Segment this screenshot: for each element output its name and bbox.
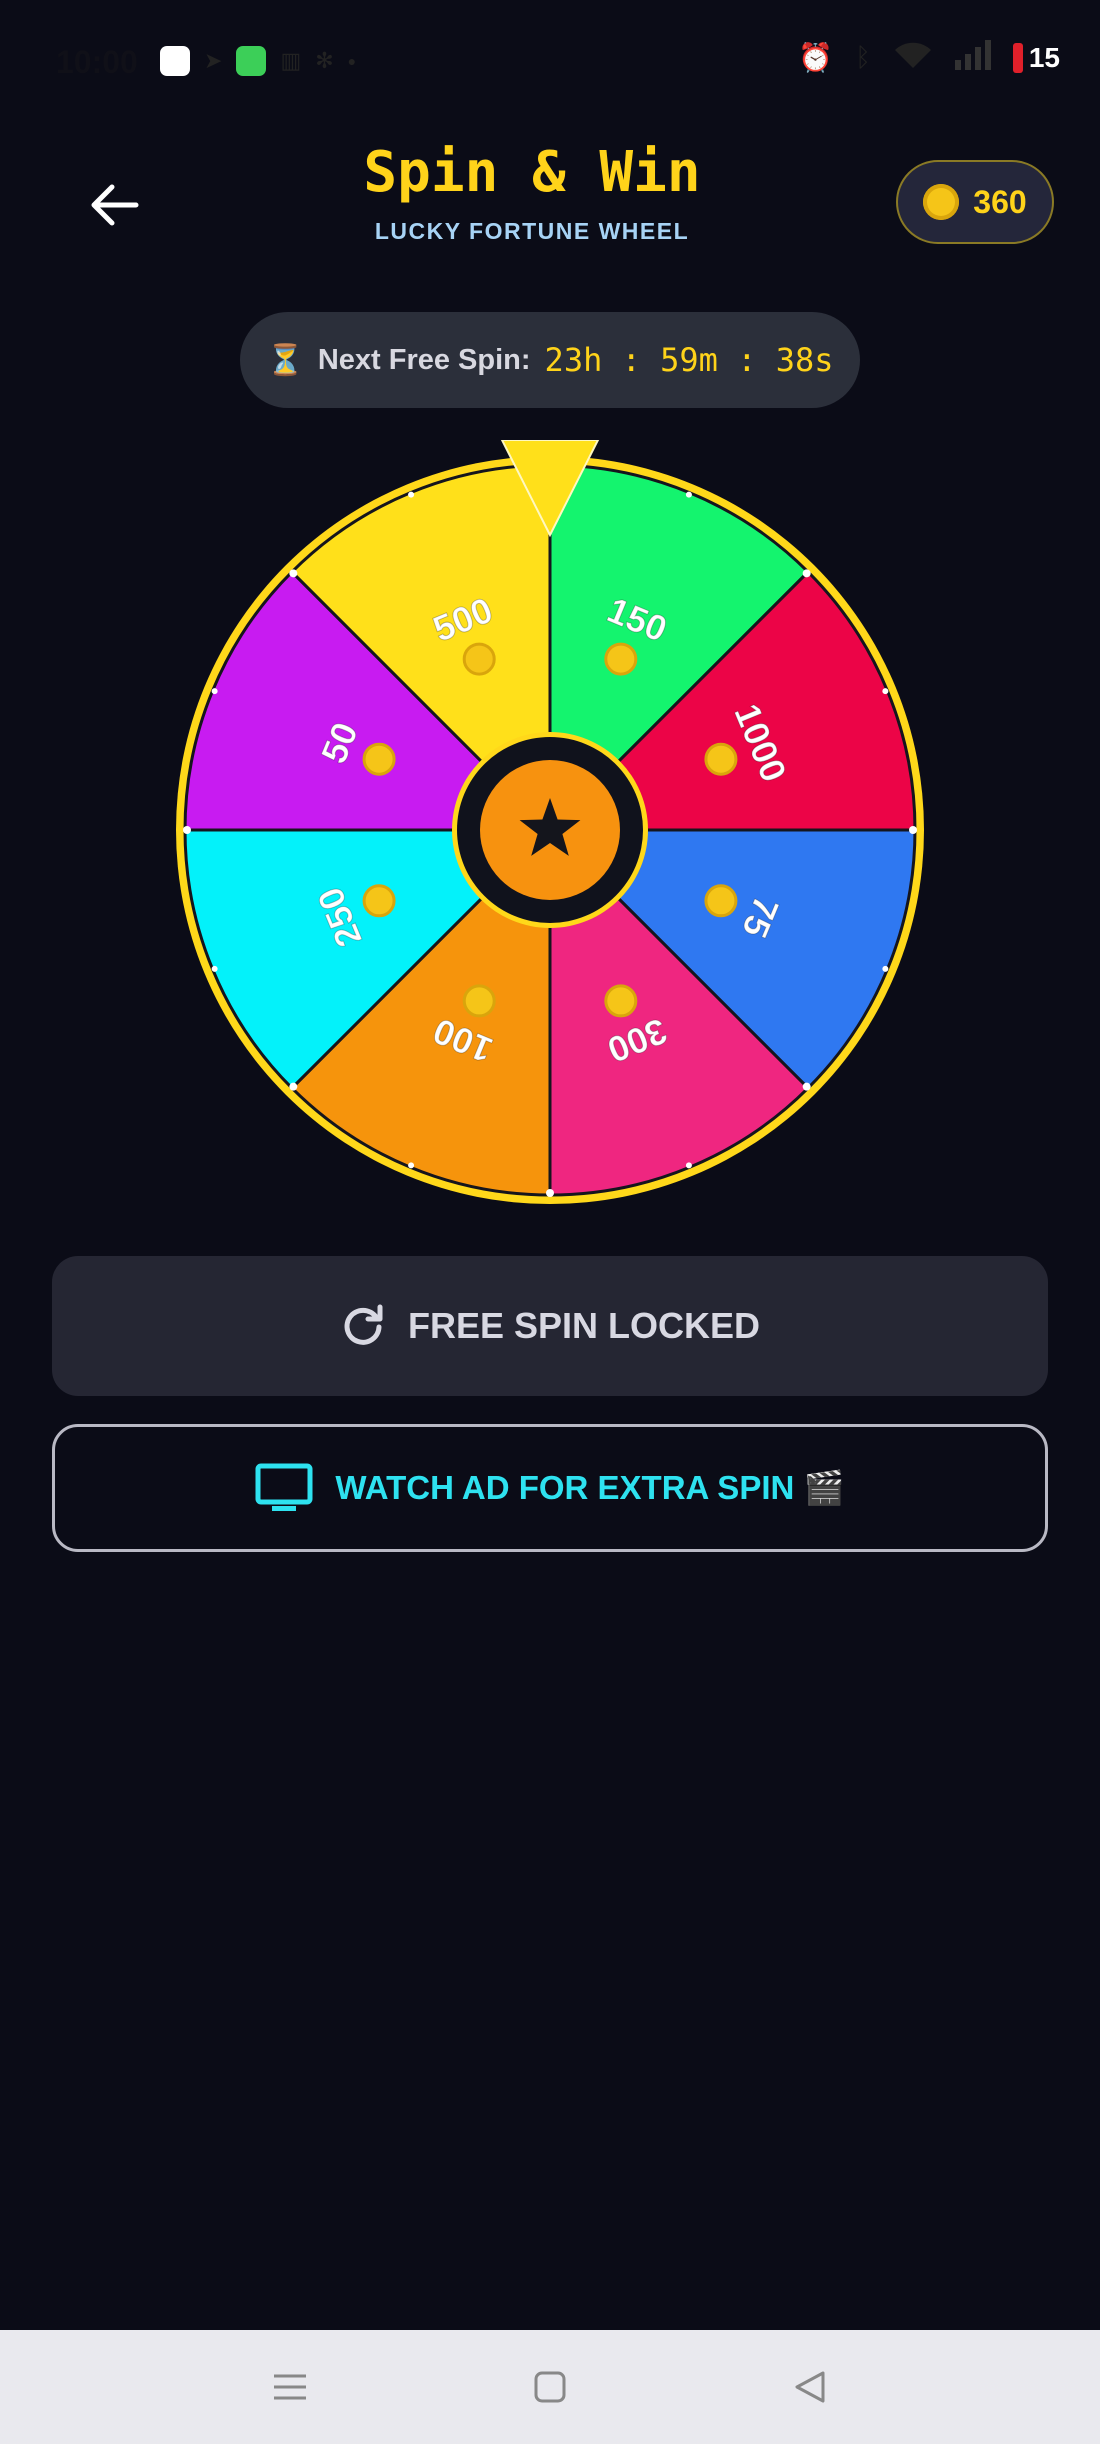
battery-indicator: 15 — [1012, 41, 1060, 74]
header: Spin & Win LUCKY FORTUNE WHEEL 360 — [0, 130, 1100, 270]
fortune-wheel[interactable]: 150 1000 75 300 100 250 50 500 — [170, 439, 930, 1210]
rim-dot — [289, 569, 298, 578]
timer-label: Next Free Spin: — [317, 343, 531, 376]
coin-amount: 360 — [973, 183, 1027, 220]
menu-icon — [274, 2374, 306, 2400]
settings-gear-icon: ✻ — [315, 48, 334, 73]
free-spin-label: FREE SPIN LOCKED — [407, 1305, 761, 1346]
data-usage-icon: ▥ — [280, 48, 302, 73]
wifi-icon — [893, 40, 933, 75]
system-icons: ⏰ ᛒ 15 — [798, 40, 1060, 75]
rim-dot — [802, 1082, 811, 1091]
status-time: 10:00 — [56, 44, 138, 80]
rim-dot — [685, 1162, 692, 1169]
rim-dot — [408, 491, 415, 498]
signal-icon — [954, 40, 991, 75]
wheel-svg: 15010007530010025050500 — [176, 439, 924, 1204]
rim-dot — [546, 1189, 554, 1197]
next-spin-timer: ⏳ Next Free Spin: 23h : 59m : 38s — [240, 312, 860, 408]
bluetooth-icon: ᛒ — [855, 42, 871, 72]
coin-icon — [462, 642, 496, 676]
coin-icon — [462, 984, 496, 1018]
nav-menu-button[interactable] — [260, 2357, 320, 2417]
nav-back-button[interactable] — [780, 2357, 840, 2417]
status-bar: 10:00 ➤ ▥ ✻ ● ⏰ ᛒ 15 — [0, 0, 1100, 120]
battery-level: 15 — [1028, 41, 1060, 73]
photos-app-icon — [160, 46, 190, 76]
coin-balance[interactable]: 360 — [896, 160, 1054, 244]
rim-dot — [802, 569, 811, 578]
free-spin-button[interactable]: FREE SPIN LOCKED — [52, 1256, 1048, 1396]
coin-icon — [704, 884, 738, 918]
dot-icon: ● — [347, 53, 357, 69]
alarm-icon: ⏰ — [798, 42, 834, 73]
rim-dot — [408, 1162, 415, 1169]
navigation-arrow-icon: ➤ — [204, 48, 223, 73]
coin-icon — [923, 184, 960, 220]
watch-ad-label: WATCH AD FOR EXTRA SPIN 🎬 — [335, 1468, 845, 1506]
messages-app-icon — [236, 46, 267, 76]
home-square-icon — [534, 2371, 566, 2403]
rim-dot — [289, 1082, 298, 1091]
hourglass-icon: ⏳ — [266, 343, 304, 377]
coin-icon — [704, 742, 738, 776]
timer-value: 23h : 59m : 38s — [544, 341, 834, 379]
rim-dot — [882, 688, 889, 695]
tv-icon — [255, 1463, 313, 1511]
coin-icon — [604, 642, 638, 676]
rim-dot — [211, 688, 218, 695]
system-nav-bar — [0, 2330, 1100, 2444]
nav-home-button[interactable] — [520, 2357, 580, 2417]
battery-icon — [1012, 42, 1023, 73]
rim-dot — [685, 491, 692, 498]
watch-ad-button[interactable]: WATCH AD FOR EXTRA SPIN 🎬 — [52, 1424, 1048, 1552]
rim-dot — [211, 965, 218, 972]
coin-icon — [604, 984, 638, 1018]
coin-icon — [362, 742, 396, 776]
back-triangle-icon — [795, 2371, 825, 2403]
refresh-icon — [344, 1304, 383, 1345]
rim-dot — [882, 965, 889, 972]
rim-dot — [909, 826, 917, 834]
notification-icons: ➤ ▥ ✻ ● — [160, 46, 356, 76]
rim-dot — [183, 826, 191, 834]
coin-icon — [362, 884, 396, 918]
